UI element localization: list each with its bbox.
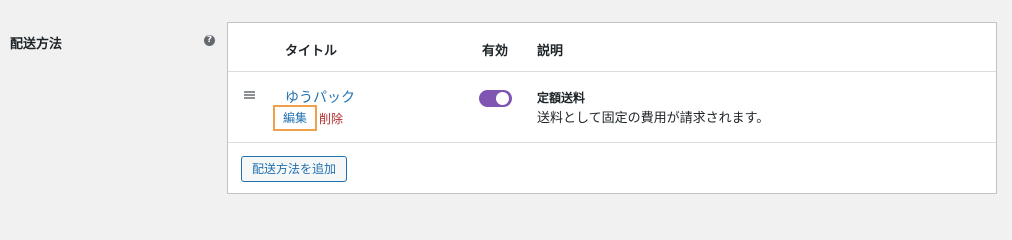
method-title-link[interactable]: ゆうパック [285,87,355,107]
enabled-toggle[interactable] [479,90,512,107]
description-text: 送料として固定の費用が請求されます。 [537,111,770,126]
toggle-knob [496,92,509,105]
table-row: ゆうパック 編集 削除 定額送料 送料として固定の費用が請求されます。 [228,72,996,143]
table-header: タイトル 有効 説明 [228,23,996,72]
drag-handle-icon[interactable] [244,91,255,99]
header-description: 説明 [537,44,564,59]
header-title: タイトル [285,44,338,59]
description-title: 定額送料 [537,91,586,105]
field-label: 配送方法 [10,37,63,52]
table-footer: 配送方法を追加 [228,143,996,195]
header-enabled: 有効 [482,44,509,59]
help-icon[interactable]: ? [204,35,215,46]
shipping-methods-table: タイトル 有効 説明 ゆうパック 編集 削除 定額送料 送料として固定の費用が請… [227,22,997,194]
delete-link[interactable]: 削除 [319,110,343,127]
add-shipping-method-button[interactable]: 配送方法を追加 [241,156,348,182]
edit-link[interactable]: 編集 [273,105,318,131]
